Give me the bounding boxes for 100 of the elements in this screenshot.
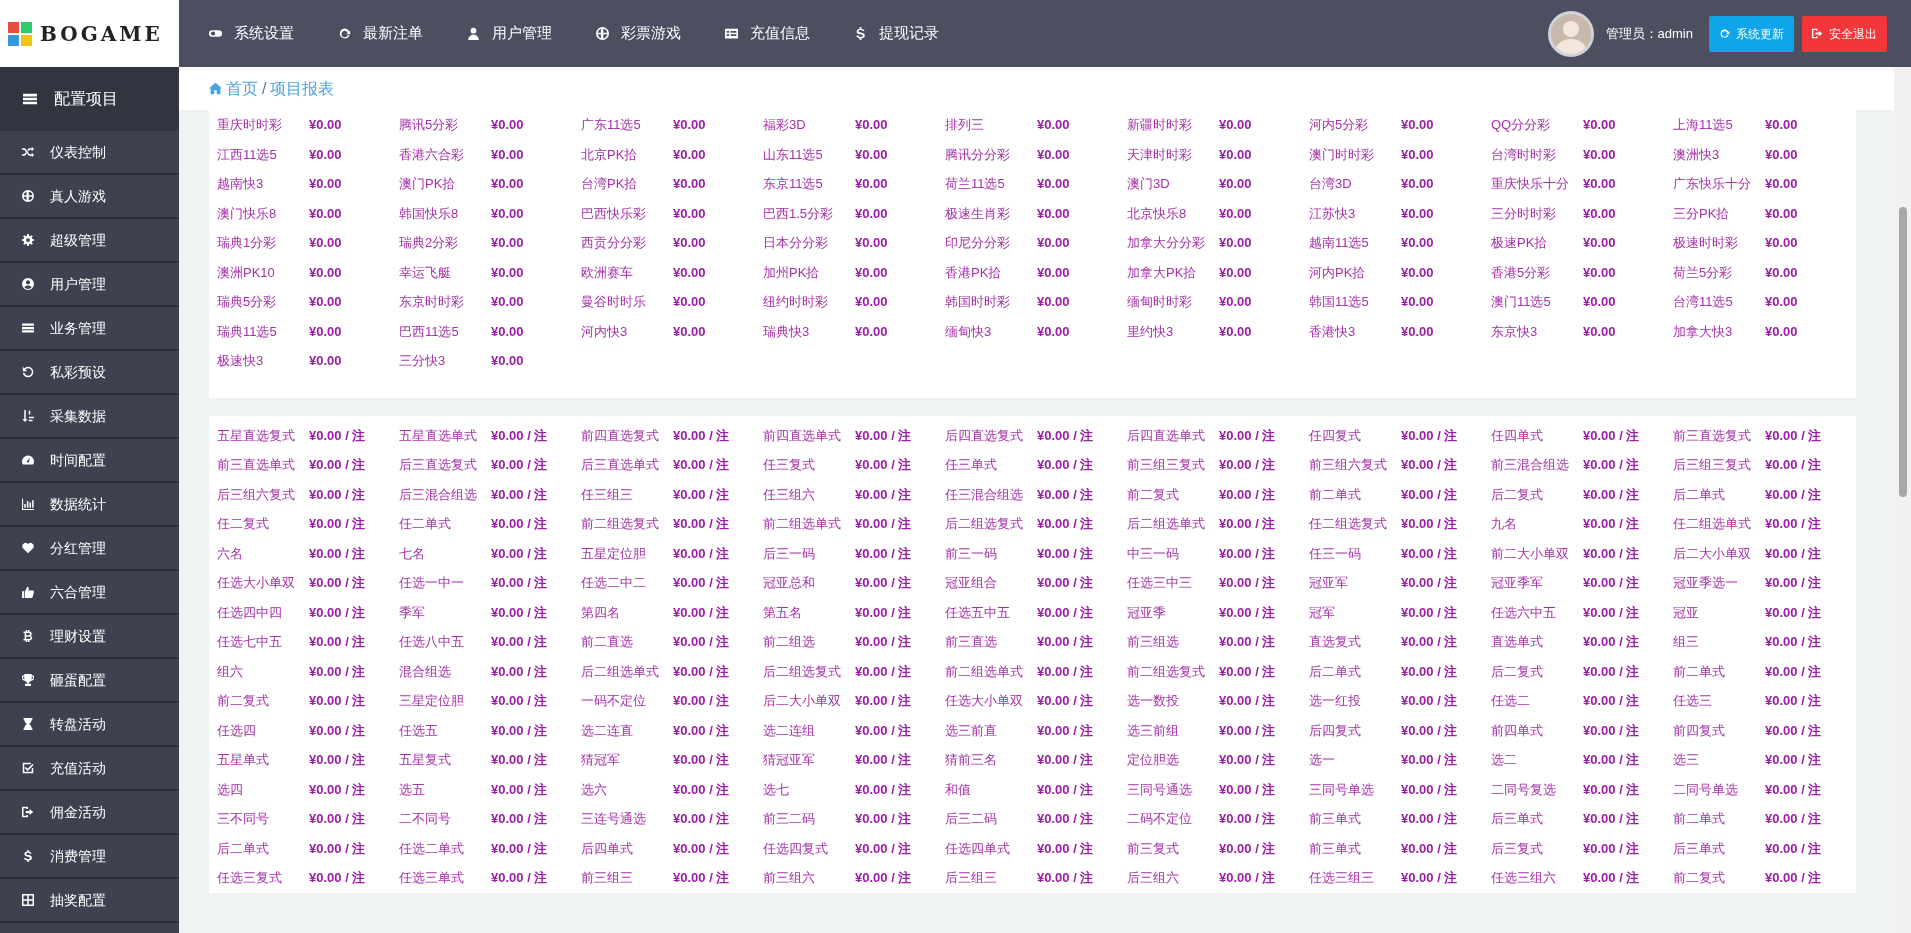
- game-name: 选四: [217, 780, 244, 799]
- game-name: 二码不定位: [1127, 810, 1193, 828]
- price-value: ¥0.00 / 注: [1037, 603, 1094, 622]
- price-value: ¥0.00: [1401, 293, 1434, 311]
- price-value: ¥0.00 / 注: [1219, 574, 1276, 592]
- game-name: 前三直选: [945, 633, 998, 651]
- game-name: 第四名: [581, 603, 621, 622]
- gauge-icon: [22, 454, 34, 466]
- brand-name: BOGAME: [40, 20, 163, 48]
- price-value: ¥0.00 / 注: [1037, 544, 1094, 563]
- game-name: 加州PK拾: [763, 263, 821, 282]
- price-value: ¥0.00 / 注: [673, 574, 730, 592]
- game-name: 前二复式: [1127, 485, 1180, 504]
- price-value: ¥0.00 / 注: [1037, 456, 1094, 474]
- game-name: 后四直选单式: [1127, 426, 1206, 445]
- price-value: ¥0.00 / 注: [491, 839, 548, 858]
- price-value: ¥0.00: [491, 263, 524, 282]
- logout-button[interactable]: 安全退出: [1802, 15, 1887, 52]
- game-name: 前四直选复式: [581, 426, 660, 445]
- game-name: 任选四: [217, 721, 257, 740]
- game-name: 前三单式: [1309, 810, 1362, 828]
- game-name: 缅甸快3: [945, 322, 993, 341]
- game-name: 任二复式: [217, 515, 270, 533]
- top-nav-link[interactable]: 最新注单: [316, 22, 445, 45]
- price-value: ¥0.00 / 注: [1037, 780, 1094, 799]
- game-name: 任选三: [1673, 692, 1713, 710]
- game-name: 定位胆选: [1127, 751, 1180, 769]
- price-value: ¥0.00: [1583, 175, 1616, 193]
- price-value: ¥0.00: [1583, 322, 1616, 341]
- game-name: 猜前三名: [945, 751, 998, 769]
- price-value: ¥0.00 / 注: [1219, 544, 1276, 563]
- game-name: 澳洲快3: [1673, 145, 1721, 164]
- game-name: 香港快3: [1309, 322, 1357, 341]
- price-value: ¥0.00: [1583, 145, 1616, 164]
- price-value: ¥0.00 / 注: [1765, 751, 1822, 769]
- price-value: ¥0.00 / 注: [309, 426, 366, 445]
- logo-icon: [8, 21, 32, 46]
- price-value: ¥0.00 / 注: [1765, 810, 1822, 828]
- price-value: ¥0.00 / 注: [855, 603, 912, 622]
- game-name: 腾讯5分彩: [399, 116, 460, 134]
- admin-label: 管理员：admin: [1605, 24, 1693, 43]
- price-value: ¥0.00: [673, 263, 706, 282]
- price-value: ¥0.00 / 注: [1219, 869, 1276, 887]
- price-value: ¥0.00: [1401, 175, 1434, 193]
- top-nav-link[interactable]: 提现记录: [832, 22, 961, 45]
- trophy-icon: [22, 674, 34, 686]
- price-value: ¥0.00 / 注: [1765, 662, 1822, 681]
- game-name: 后二大小单双: [1673, 544, 1752, 563]
- game-name: 任三混合组选: [945, 485, 1024, 504]
- price-value: ¥0.00 / 注: [855, 574, 912, 592]
- home-icon: [209, 82, 222, 95]
- game-name: 任选一中一: [399, 574, 465, 592]
- game-name: 幸运飞艇: [399, 263, 452, 282]
- price-value: ¥0.00: [1219, 234, 1252, 252]
- game-name: 任三复式: [763, 456, 816, 474]
- game-name: 北京快乐8: [1127, 204, 1188, 223]
- game-name: 前三单式: [1309, 839, 1362, 858]
- scrollbar-thumb[interactable]: [1898, 207, 1907, 497]
- price-value: ¥0.00: [309, 234, 342, 252]
- price-value: ¥0.00 / 注: [1401, 603, 1458, 622]
- top-nav-link[interactable]: 彩票游戏: [574, 22, 703, 45]
- game-name: 后二单式: [1309, 662, 1362, 681]
- gear-icon: [22, 234, 34, 246]
- price-value: ¥0.00 / 注: [855, 633, 912, 651]
- price-value: ¥0.00 / 注: [1401, 633, 1458, 651]
- top-nav-link[interactable]: 用户管理: [445, 22, 574, 45]
- price-value: ¥0.00: [309, 263, 342, 282]
- game-name: 选二连组: [763, 721, 816, 740]
- price-value: ¥0.00 / 注: [309, 515, 366, 533]
- price-value: ¥0.00 / 注: [855, 485, 912, 504]
- game-name: 广东11选5: [581, 116, 642, 134]
- price-value: ¥0.00: [1765, 145, 1798, 164]
- sort-icon: [22, 410, 34, 422]
- top-nav-link[interactable]: 充值信息: [703, 22, 832, 45]
- price-value: ¥0.00 / 注: [1219, 515, 1276, 533]
- game-name: 冠军: [1309, 603, 1336, 622]
- price-value: ¥0.00 / 注: [673, 485, 730, 504]
- price-value: ¥0.00 / 注: [491, 603, 548, 622]
- price-value: ¥0.00 / 注: [491, 426, 548, 445]
- game-name: 九名: [1491, 515, 1518, 533]
- price-value: ¥0.00 / 注: [1765, 721, 1822, 740]
- price-value: ¥0.00: [1765, 263, 1798, 282]
- game-name: 巴西11选5: [399, 322, 460, 341]
- game-name: 后三直选复式: [399, 456, 478, 474]
- price-value: ¥0.00 / 注: [855, 839, 912, 858]
- game-name: 五星直选复式: [217, 426, 296, 445]
- game-name: 前三组六: [763, 869, 816, 887]
- price-value: ¥0.00 / 注: [1037, 574, 1094, 592]
- undo-icon: [22, 366, 34, 378]
- price-value: ¥0.00 / 注: [1401, 751, 1458, 769]
- game-name: 河内5分彩: [1309, 116, 1370, 134]
- game-name: 后二单式: [1673, 485, 1726, 504]
- top-nav-link[interactable]: 系统设置: [187, 22, 316, 45]
- game-name: 后二组选单式: [1127, 515, 1206, 533]
- game-name: 任选四中四: [217, 603, 283, 622]
- game-name: 任选二单式: [399, 839, 465, 858]
- price-value: ¥0.00 / 注: [1219, 692, 1276, 710]
- game-name: 任选大小单双: [217, 574, 296, 592]
- game-name: 前二单式: [1673, 662, 1726, 681]
- price-value: ¥0.00 / 注: [491, 721, 548, 740]
